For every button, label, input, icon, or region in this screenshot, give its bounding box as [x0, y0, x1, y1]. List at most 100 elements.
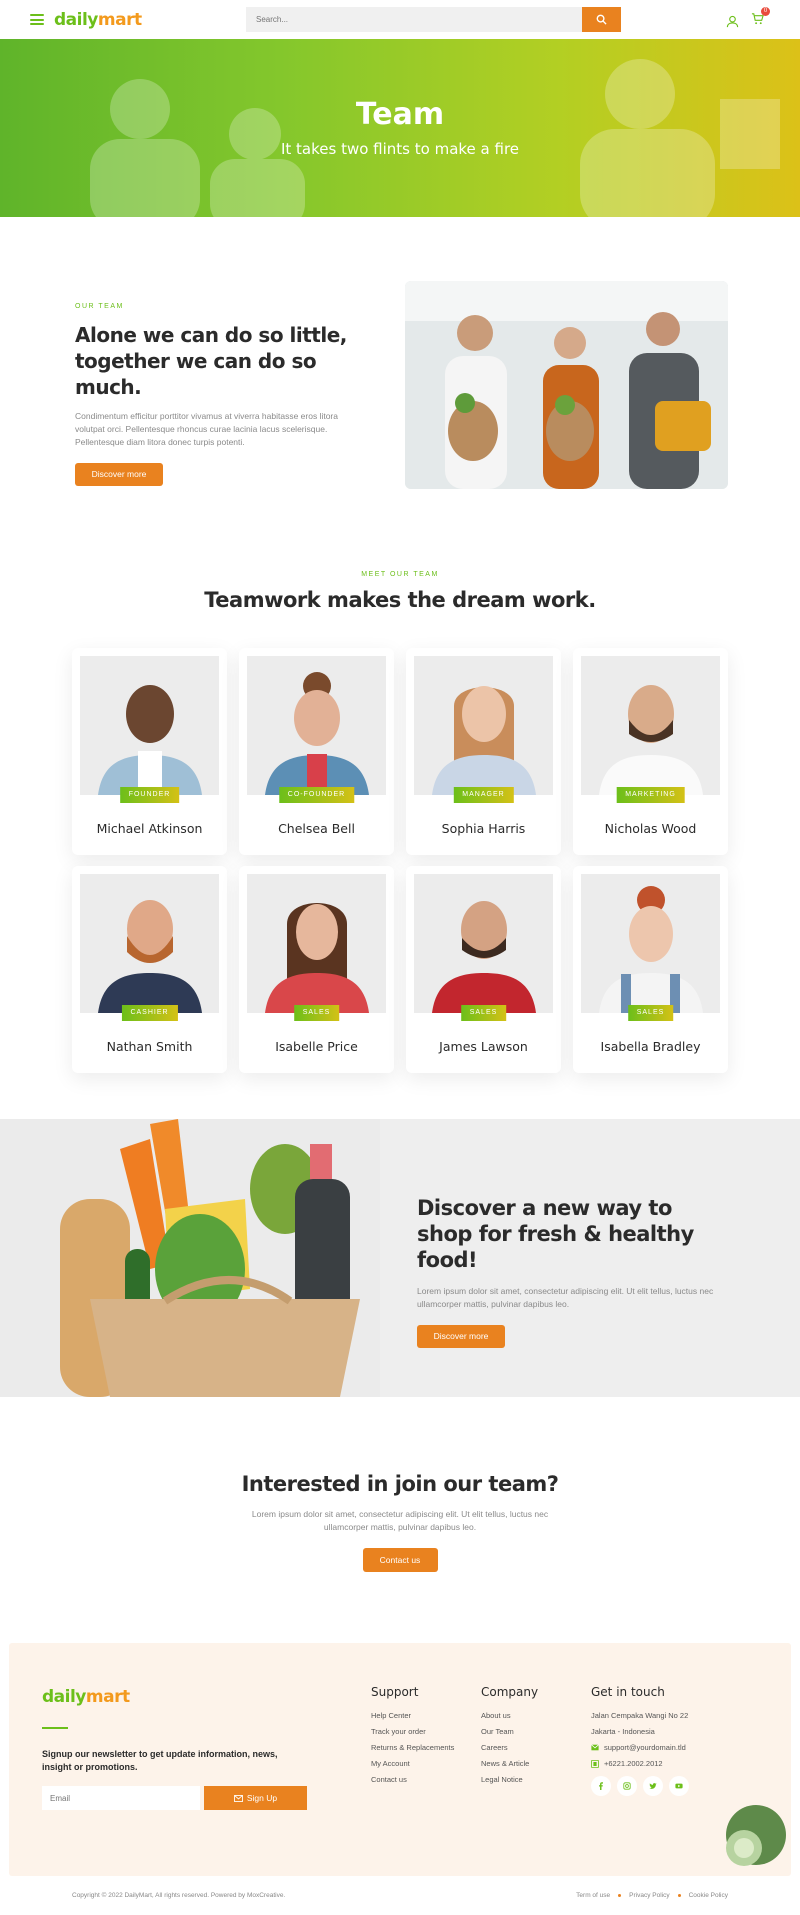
- address-line-1-text: Jalan Cempaka Wangi No 22: [591, 1711, 689, 1720]
- footer-link[interactable]: My Account: [371, 1759, 454, 1768]
- team-member-card[interactable]: FOUNDER Michael Atkinson: [72, 648, 227, 855]
- newsletter-email-input[interactable]: [42, 1786, 200, 1810]
- contact-phone[interactable]: +6221.2002.2012: [591, 1759, 689, 1768]
- term-of-use-link[interactable]: Term of use: [576, 1892, 610, 1899]
- team-with-groceries-image: [405, 281, 728, 489]
- team-member-card[interactable]: CO-FOUNDER Chelsea Bell: [239, 648, 394, 855]
- search-bar: [246, 7, 621, 32]
- discover-text: Discover a new way to shop for fresh & h…: [417, 1195, 727, 1348]
- member-role-badge: MARKETING: [616, 787, 685, 803]
- member-photo: [247, 874, 386, 1013]
- search-input[interactable]: [246, 7, 582, 32]
- member-photo: [414, 656, 553, 795]
- user-icon[interactable]: [726, 15, 739, 28]
- social-links: [591, 1776, 689, 1796]
- discover-more-button[interactable]: Discover more: [75, 463, 163, 486]
- team-member-card[interactable]: MARKETING Nicholas Wood: [573, 648, 728, 855]
- newsletter-text: Signup our newsletter to get update info…: [42, 1749, 278, 1772]
- member-name: Isabella Bradley: [600, 1039, 701, 1054]
- discover-section: Discover a new way to shop for fresh & h…: [0, 1119, 800, 1397]
- member-name: Michael Atkinson: [96, 821, 203, 836]
- address-line-2-text: Jakarta - Indonesia: [591, 1727, 655, 1736]
- newsletter-form: Sign Up: [42, 1786, 307, 1810]
- team-member-card[interactable]: SALES James Lawson: [406, 866, 561, 1073]
- member-photo: [414, 874, 553, 1013]
- envelope-icon: [234, 1794, 243, 1802]
- team-member-card[interactable]: MANAGER Sophia Harris: [406, 648, 561, 855]
- our-team-section: OUR TEAM Alone we can do so little, toge…: [0, 217, 800, 537]
- envelope-icon: [591, 1744, 599, 1751]
- legal-links: Term of use Privacy Policy Cookie Policy: [576, 1892, 728, 1899]
- team-member-card[interactable]: CASHIER Nathan Smith: [72, 866, 227, 1073]
- footer-link[interactable]: About us: [481, 1711, 538, 1720]
- company-title: Company: [481, 1685, 539, 1699]
- instagram-icon[interactable]: [617, 1776, 637, 1796]
- search-icon: [596, 14, 607, 25]
- member-role-badge: MANAGER: [453, 787, 514, 803]
- member-photo: [80, 874, 219, 1013]
- discover-more-button-2[interactable]: Discover more: [417, 1325, 505, 1348]
- search-button[interactable]: [582, 7, 621, 32]
- member-role-badge: SALES: [627, 1005, 674, 1021]
- footer-link[interactable]: Track your order: [371, 1727, 454, 1736]
- member-role-badge: SALES: [460, 1005, 507, 1021]
- member-role-badge: SALES: [293, 1005, 340, 1021]
- grocery-bag-image: [0, 1119, 380, 1397]
- hero-subtitle: It takes two flints to make a fire: [280, 140, 520, 158]
- footer-logo[interactable]: dailymart: [42, 1687, 130, 1707]
- join-description: Lorem ipsum dolor sit amet, consectetur …: [251, 1509, 549, 1532]
- page: dailymart 0 Team It takes two flints to …: [0, 0, 800, 1915]
- footer-divider: [42, 1727, 68, 1729]
- footer-link[interactable]: Legal Notice: [481, 1775, 538, 1784]
- site-footer: dailymart Signup our newsletter to get u…: [9, 1643, 791, 1876]
- join-heading: Interested in join our team?: [241, 1472, 559, 1496]
- contact-us-button[interactable]: Contact us: [362, 1548, 438, 1572]
- our-team-description: Condimentum efficitur porttitor vivamus …: [75, 411, 338, 447]
- member-role-badge: FOUNDER: [119, 787, 180, 803]
- cabbage-decoration: [726, 1805, 786, 1866]
- cart-button[interactable]: 0: [751, 7, 770, 30]
- member-name: Nicholas Wood: [604, 821, 697, 836]
- footer-link[interactable]: Our Team: [481, 1727, 538, 1736]
- our-team-heading: Alone we can do so little, together we c…: [75, 323, 347, 399]
- privacy-policy-link[interactable]: Privacy Policy: [629, 1892, 669, 1899]
- facebook-icon[interactable]: [591, 1776, 611, 1796]
- support-title: Support: [371, 1685, 419, 1699]
- member-photo: [247, 656, 386, 795]
- copyright-text: Copyright © 2022 DailyMart, All rights r…: [72, 1892, 286, 1899]
- site-logo[interactable]: dailymart: [54, 10, 142, 30]
- contact-title: Get in touch: [591, 1685, 665, 1699]
- cookie-policy-link[interactable]: Cookie Policy: [689, 1892, 728, 1899]
- sign-up-label: Sign Up: [246, 1793, 278, 1803]
- phone-icon: [591, 1759, 599, 1768]
- footer-link[interactable]: Help Center: [371, 1711, 454, 1720]
- youtube-icon[interactable]: [669, 1776, 689, 1796]
- meet-our-team-section: MEET OUR TEAM Teamwork makes the dream w…: [0, 537, 800, 1119]
- menu-icon[interactable]: [30, 14, 44, 25]
- member-name: Nathan Smith: [106, 1039, 193, 1054]
- member-photo: [581, 874, 720, 1013]
- member-photo: [581, 656, 720, 795]
- footer-link[interactable]: Careers: [481, 1743, 538, 1752]
- member-name: Isabelle Price: [275, 1039, 358, 1054]
- sign-up-button[interactable]: Sign Up: [204, 1786, 307, 1810]
- logo-text-daily: daily: [54, 9, 98, 30]
- hero-title: Team: [355, 97, 445, 132]
- our-team-eyebrow: OUR TEAM: [75, 303, 124, 310]
- join-team-section: Interested in join our team? Lorem ipsum…: [0, 1397, 800, 1653]
- footer-link[interactable]: News & Article: [481, 1759, 538, 1768]
- our-team-text: OUR TEAM Alone we can do so little, toge…: [75, 303, 365, 486]
- team-member-card[interactable]: SALES Isabella Bradley: [573, 866, 728, 1073]
- logo-text-mart: mart: [97, 9, 142, 30]
- member-photo: [80, 656, 219, 795]
- footer-logo-daily: daily: [42, 1687, 86, 1707]
- twitter-icon[interactable]: [643, 1776, 663, 1796]
- support-column: Support Help Center Track your order Ret…: [371, 1685, 454, 1791]
- address-line-2: Jakarta - Indonesia: [591, 1727, 689, 1736]
- contact-phone-text: +6221.2002.2012: [604, 1759, 663, 1768]
- footer-logo-mart: mart: [85, 1687, 130, 1707]
- team-member-card[interactable]: SALES Isabelle Price: [239, 866, 394, 1073]
- footer-link[interactable]: Returns & Replacements: [371, 1743, 454, 1752]
- contact-email[interactable]: support@yourdomain.tld: [591, 1743, 689, 1752]
- footer-link[interactable]: Contact us: [371, 1775, 454, 1784]
